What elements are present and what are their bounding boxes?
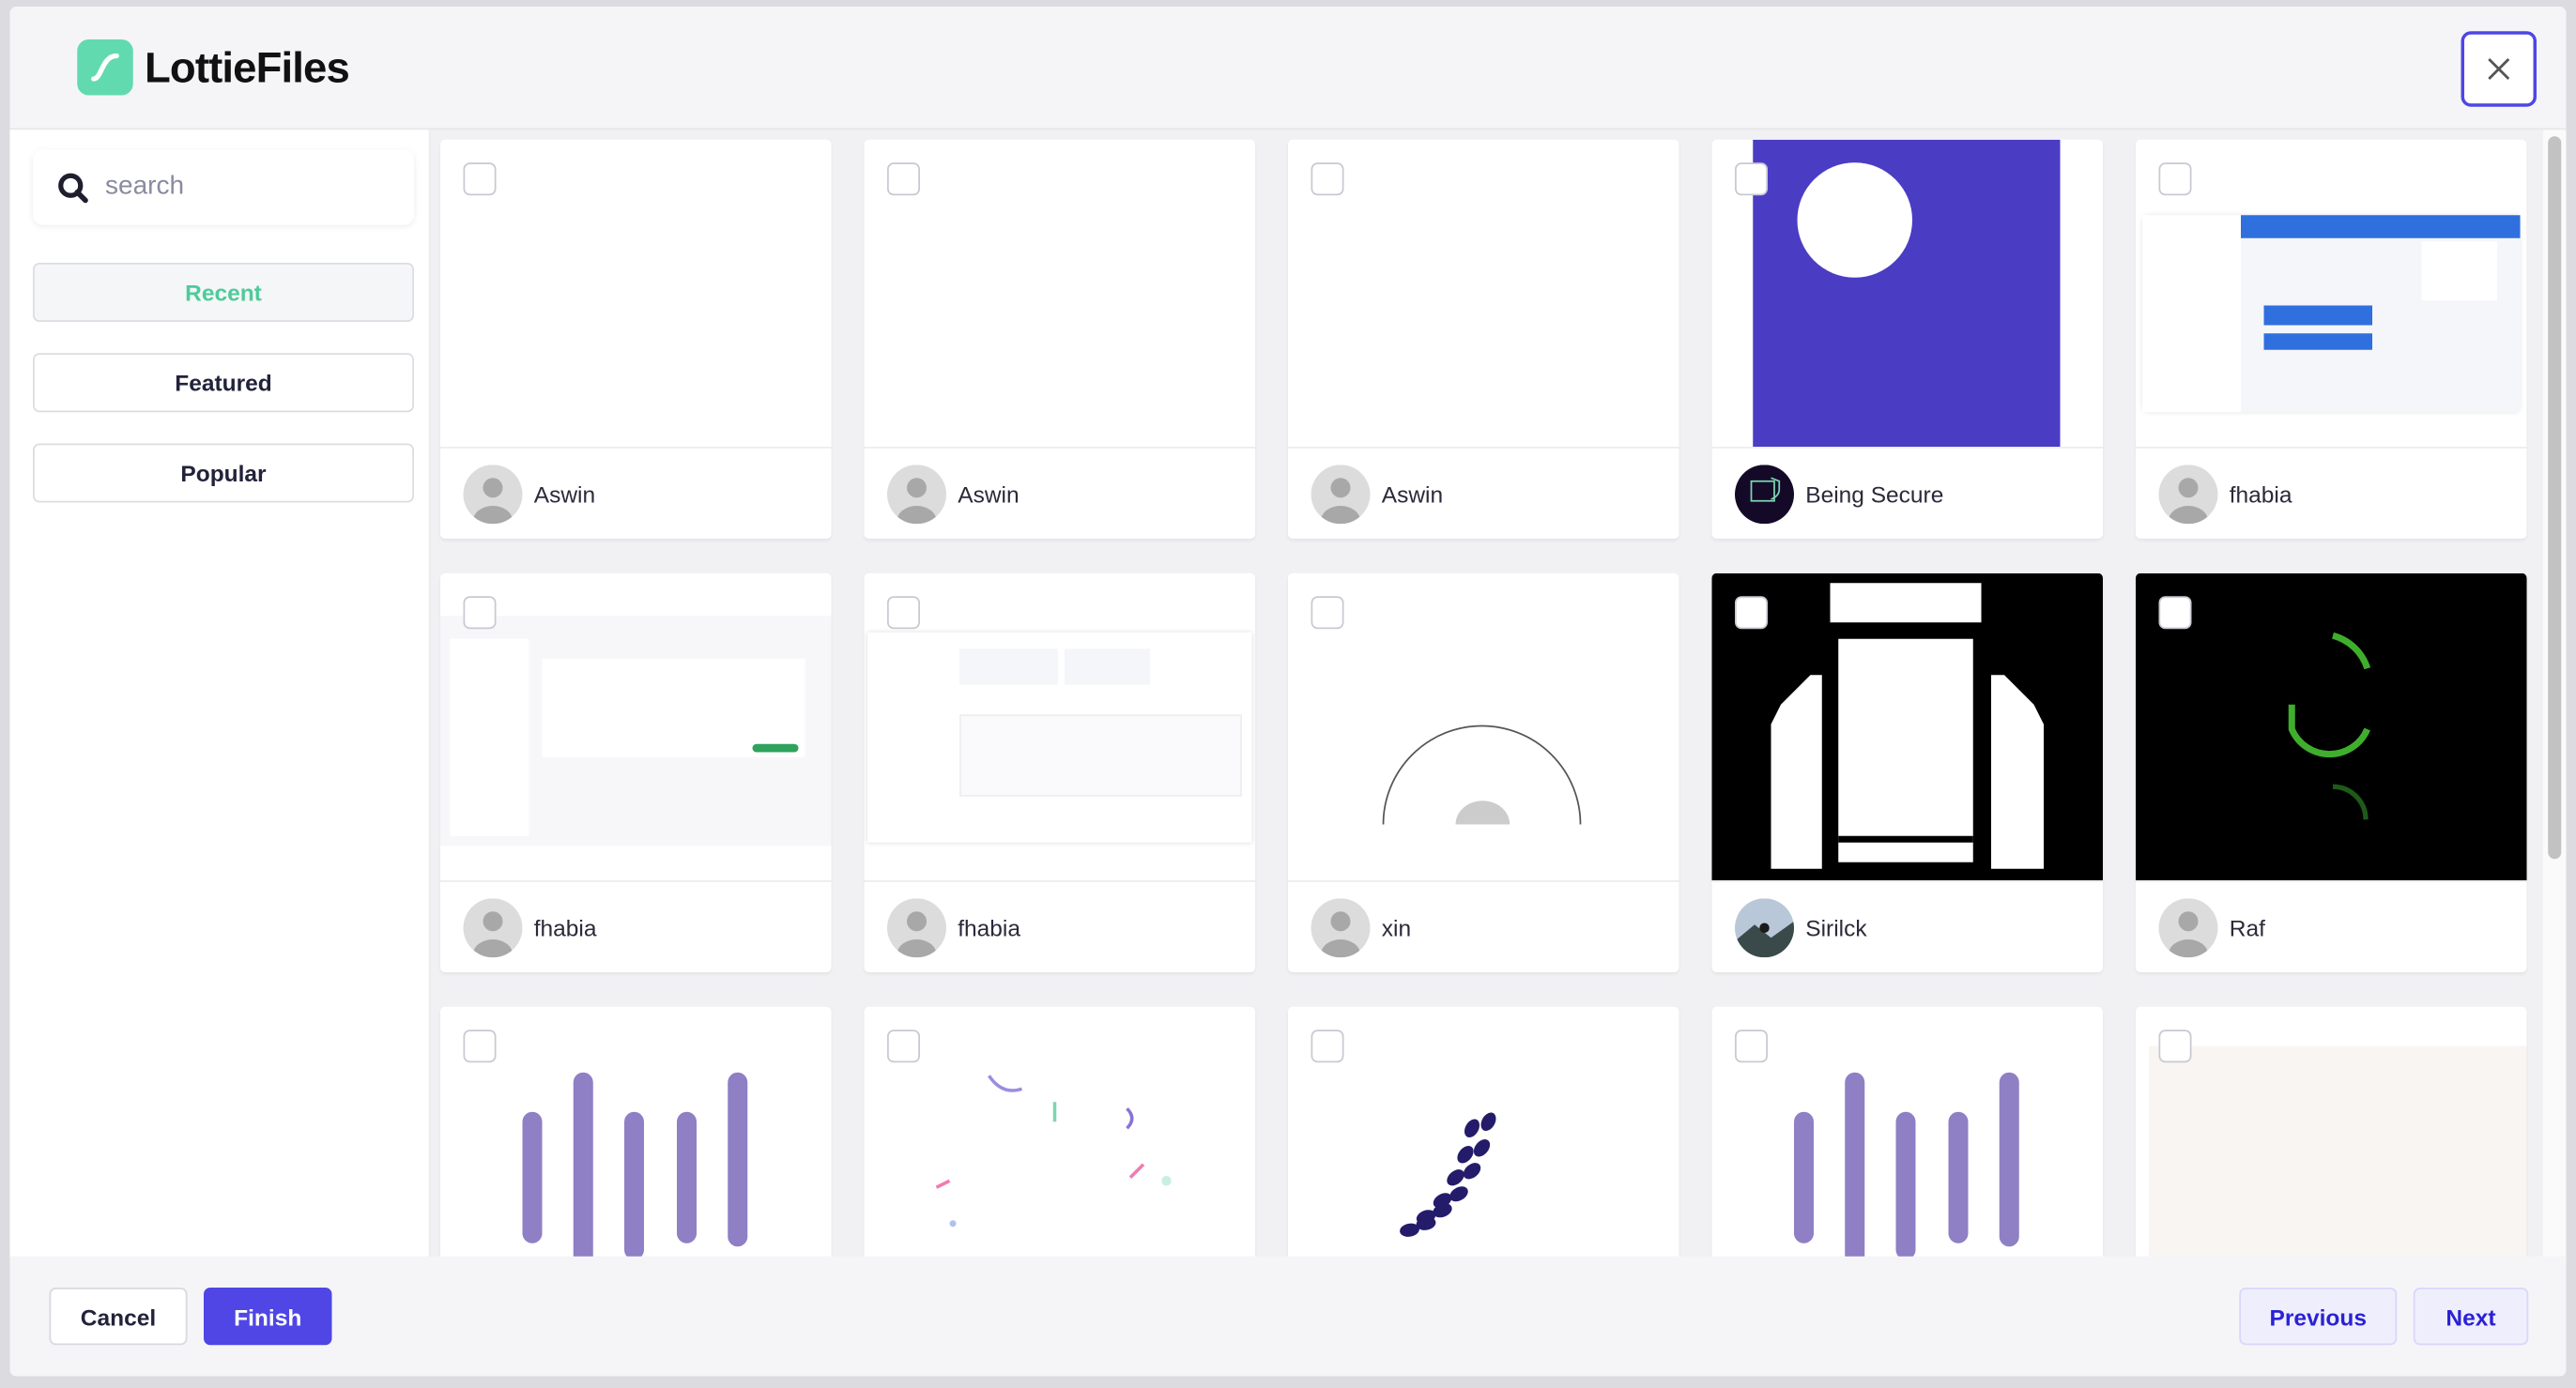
card-footer: Sirilck bbox=[1712, 882, 2104, 972]
scrollbar-thumb[interactable] bbox=[2548, 136, 2562, 860]
select-checkbox[interactable] bbox=[463, 1030, 497, 1063]
search-icon bbox=[58, 172, 88, 203]
close-button[interactable] bbox=[2461, 31, 2537, 107]
card-footer: fhabia bbox=[865, 882, 1256, 972]
brand-name: LottieFiles bbox=[145, 41, 350, 92]
animation-preview-monthly-report[interactable] bbox=[440, 573, 832, 882]
card-footer: Aswin bbox=[1288, 449, 1679, 539]
select-checkbox[interactable] bbox=[887, 596, 920, 630]
card-footer: Being Secure bbox=[1712, 449, 2104, 539]
modal-footer: Cancel Finish Previous Next bbox=[10, 1257, 2567, 1377]
animation-card[interactable] bbox=[440, 1006, 832, 1257]
select-checkbox[interactable] bbox=[887, 162, 920, 196]
lottiefiles-modal: LottieFiles Recent Featured Popular Aswi… bbox=[9, 7, 2567, 1377]
animation-preview-semicircle[interactable] bbox=[1288, 573, 1679, 882]
author-name: Aswin bbox=[533, 480, 596, 507]
animation-card[interactable]: fhabia bbox=[440, 572, 832, 972]
card-footer: Aswin bbox=[865, 449, 1256, 539]
animation-card[interactable]: Being Secure bbox=[1711, 139, 2104, 539]
animation-card[interactable]: Aswin bbox=[440, 139, 832, 539]
author-avatar bbox=[2158, 464, 2218, 524]
animation-preview-dashboard[interactable] bbox=[2136, 140, 2527, 449]
animation-preview-purple-bars[interactable] bbox=[1712, 1007, 2104, 1257]
modal-header: LottieFiles bbox=[9, 7, 2567, 130]
author-name: fhabia bbox=[958, 913, 1021, 940]
animation-preview-footsteps[interactable] bbox=[1288, 1007, 1679, 1257]
select-checkbox[interactable] bbox=[463, 162, 497, 196]
select-checkbox[interactable] bbox=[1735, 1030, 1768, 1063]
select-checkbox[interactable] bbox=[463, 596, 497, 630]
author-name: Aswin bbox=[958, 480, 1020, 507]
author-avatar bbox=[887, 464, 946, 524]
author-avatar bbox=[1311, 464, 1371, 524]
select-checkbox[interactable] bbox=[1311, 162, 1344, 196]
animation-card[interactable]: xin bbox=[1288, 572, 1679, 972]
animation-preview-purple-circle[interactable] bbox=[1711, 139, 2103, 449]
select-checkbox[interactable] bbox=[1735, 596, 1768, 630]
animation-card[interactable]: Aswin bbox=[1288, 139, 1679, 539]
animation-preview-confetti[interactable] bbox=[865, 1007, 1256, 1257]
animation-grid: Aswin Aswin Aswin Being Secure fhabia fhabia f… bbox=[430, 130, 2543, 1257]
search-input[interactable] bbox=[101, 171, 388, 204]
animation-card[interactable] bbox=[2136, 1006, 2527, 1257]
animation-preview-purple-bars[interactable] bbox=[440, 1007, 832, 1257]
animation-card[interactable]: Aswin bbox=[864, 139, 1256, 539]
card-footer: xin bbox=[1288, 882, 1679, 972]
finish-button[interactable]: Finish bbox=[204, 1288, 332, 1346]
card-footer: fhabia bbox=[2136, 449, 2527, 539]
animation-preview-blank[interactable] bbox=[864, 140, 1255, 449]
author-name: Raf bbox=[2229, 913, 2265, 940]
animation-card[interactable]: Raf bbox=[2136, 572, 2527, 972]
author-avatar bbox=[1735, 897, 1794, 957]
author-avatar bbox=[1735, 464, 1794, 524]
animation-preview-blank[interactable] bbox=[440, 140, 832, 449]
animation-preview-green-loader[interactable] bbox=[2136, 572, 2527, 882]
animation-card[interactable]: Sirilck bbox=[1711, 572, 2104, 972]
author-avatar bbox=[463, 464, 523, 524]
animation-card[interactable] bbox=[864, 1006, 1256, 1257]
animation-preview-faint-chart[interactable] bbox=[2136, 1007, 2527, 1257]
select-checkbox[interactable] bbox=[1311, 1030, 1344, 1063]
animation-card[interactable] bbox=[1711, 1006, 2104, 1257]
author-avatar bbox=[2158, 897, 2218, 957]
author-avatar bbox=[1311, 897, 1371, 957]
author-name: Being Secure bbox=[1805, 480, 1944, 507]
author-name: Sirilck bbox=[1805, 913, 1867, 940]
sidebar: Recent Featured Popular bbox=[9, 130, 431, 1257]
animation-preview-blank[interactable] bbox=[1288, 140, 1679, 449]
animation-card[interactable]: fhabia bbox=[864, 572, 1256, 972]
author-name: Aswin bbox=[1381, 480, 1444, 507]
animation-card[interactable] bbox=[1288, 1006, 1679, 1257]
grid-scrollbar[interactable] bbox=[2543, 130, 2567, 1257]
next-button[interactable]: Next bbox=[2413, 1288, 2529, 1346]
page-background: LottieFiles Recent Featured Popular Aswi… bbox=[0, 0, 2576, 1388]
lottie-logo-icon bbox=[77, 39, 133, 96]
author-avatar bbox=[887, 897, 946, 957]
search-box[interactable] bbox=[33, 149, 414, 225]
select-checkbox[interactable] bbox=[2158, 162, 2192, 196]
select-checkbox[interactable] bbox=[2158, 596, 2192, 630]
select-checkbox[interactable] bbox=[1311, 596, 1344, 630]
close-icon bbox=[2488, 58, 2510, 80]
select-checkbox[interactable] bbox=[1735, 162, 1768, 196]
card-footer: fhabia bbox=[440, 882, 832, 972]
select-checkbox[interactable] bbox=[2158, 1030, 2192, 1063]
author-name: fhabia bbox=[533, 913, 597, 940]
author-name: xin bbox=[1381, 913, 1412, 940]
tab-popular[interactable]: Popular bbox=[33, 443, 414, 503]
cancel-button[interactable]: Cancel bbox=[49, 1288, 188, 1346]
animation-preview-financial-report[interactable] bbox=[864, 573, 1255, 882]
tab-featured[interactable]: Featured bbox=[33, 353, 414, 413]
animation-preview-black-shapes[interactable] bbox=[1711, 572, 2103, 882]
card-footer: Aswin bbox=[440, 449, 832, 539]
author-name: fhabia bbox=[2229, 480, 2292, 507]
card-footer: Raf bbox=[2136, 882, 2527, 972]
author-avatar bbox=[463, 897, 523, 957]
animation-card[interactable]: fhabia bbox=[2136, 139, 2527, 539]
select-checkbox[interactable] bbox=[887, 1030, 920, 1063]
lottiefiles-logo: LottieFiles bbox=[77, 39, 350, 96]
tab-recent[interactable]: Recent bbox=[33, 263, 414, 322]
previous-button[interactable]: Previous bbox=[2239, 1288, 2398, 1346]
